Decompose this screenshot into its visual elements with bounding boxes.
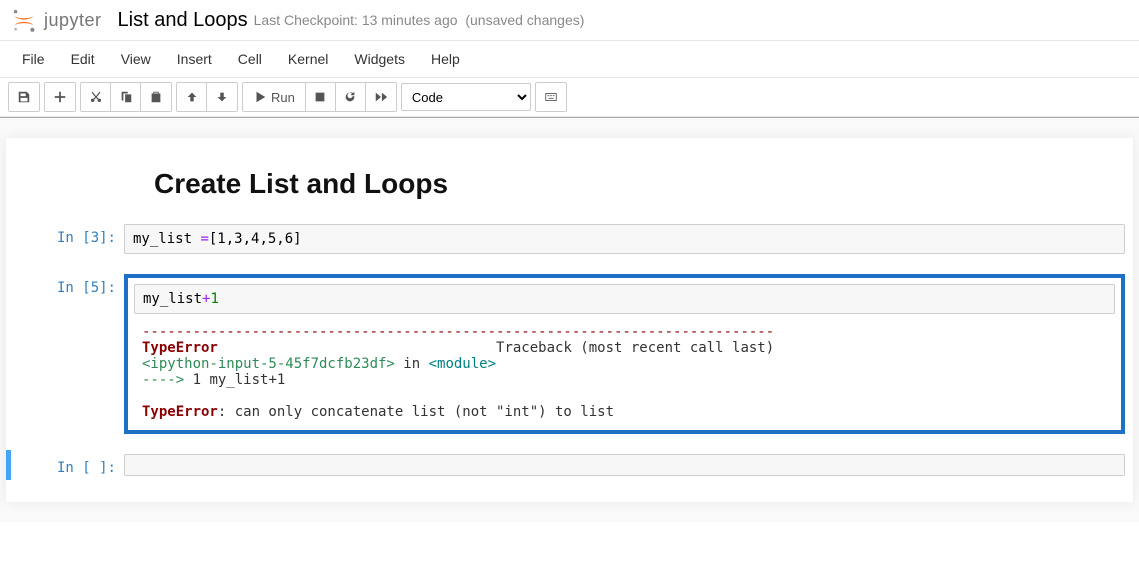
- menu-kernel[interactable]: Kernel: [276, 45, 340, 73]
- notebook-title[interactable]: List and Loops: [118, 9, 248, 32]
- run-label: Run: [271, 90, 295, 105]
- jupyter-logo[interactable]: jupyter: [10, 6, 102, 34]
- cut-button[interactable]: [81, 83, 111, 111]
- plus-icon: [53, 90, 67, 104]
- menu-widgets[interactable]: Widgets: [342, 45, 417, 73]
- checkpoint-text: Last Checkpoint: 13 minutes ago (unsaved…: [254, 12, 585, 28]
- copy-icon: [119, 90, 133, 104]
- toolbar: Run Code: [0, 78, 1139, 117]
- code-cell-2[interactable]: In [5]: my_list+1 ----------------------…: [6, 270, 1133, 438]
- code-input-2[interactable]: my_list+1: [134, 284, 1115, 314]
- restart-icon: [343, 90, 357, 104]
- scissors-icon: [89, 90, 103, 104]
- menu-help[interactable]: Help: [419, 45, 472, 73]
- jupyter-logo-icon: [10, 6, 38, 34]
- move-down-button[interactable]: [207, 83, 237, 111]
- logo-text: jupyter: [44, 10, 102, 31]
- menu-file[interactable]: File: [10, 45, 57, 73]
- menu-insert[interactable]: Insert: [165, 45, 224, 73]
- menu-view[interactable]: View: [109, 45, 163, 73]
- heading-text: Create List and Loops: [154, 168, 1123, 200]
- header: jupyter List and Loops Last Checkpoint: …: [0, 0, 1139, 41]
- error-output: ----------------------------------------…: [134, 314, 1115, 424]
- save-icon: [17, 90, 31, 104]
- command-palette-button[interactable]: [536, 83, 566, 111]
- notebook: Create List and Loops In [3]: my_list =[…: [6, 138, 1133, 502]
- prompt-1: In [3]:: [14, 224, 124, 254]
- cell-type-select[interactable]: Code: [401, 83, 531, 111]
- restart-run-all-button[interactable]: [366, 83, 396, 111]
- menubar: File Edit View Insert Cell Kernel Widget…: [0, 41, 1139, 78]
- interrupt-button[interactable]: [306, 83, 336, 111]
- paste-icon: [149, 90, 163, 104]
- play-icon: [253, 90, 267, 104]
- arrow-up-icon: [185, 90, 199, 104]
- code-cell-1[interactable]: In [3]: my_list =[1,3,4,5,6]: [6, 220, 1133, 258]
- fast-forward-icon: [374, 90, 388, 104]
- notebook-container: Create List and Loops In [3]: my_list =[…: [0, 117, 1139, 522]
- paste-button[interactable]: [141, 83, 171, 111]
- markdown-cell-heading[interactable]: Create List and Loops: [6, 148, 1133, 220]
- prompt-3: In [ ]:: [14, 454, 124, 476]
- code-cell-3[interactable]: In [ ]:: [6, 450, 1133, 480]
- keyboard-icon: [544, 90, 558, 104]
- run-button[interactable]: Run: [243, 83, 306, 111]
- menu-cell[interactable]: Cell: [226, 45, 274, 73]
- add-cell-button[interactable]: [45, 83, 75, 111]
- prompt-2: In [5]:: [14, 274, 124, 434]
- save-button[interactable]: [9, 83, 39, 111]
- restart-button[interactable]: [336, 83, 366, 111]
- move-up-button[interactable]: [177, 83, 207, 111]
- code-input-3[interactable]: [124, 454, 1125, 476]
- code-input-1[interactable]: my_list =[1,3,4,5,6]: [124, 224, 1125, 254]
- arrow-down-icon: [215, 90, 229, 104]
- copy-button[interactable]: [111, 83, 141, 111]
- stop-icon: [313, 90, 327, 104]
- menu-edit[interactable]: Edit: [59, 45, 107, 73]
